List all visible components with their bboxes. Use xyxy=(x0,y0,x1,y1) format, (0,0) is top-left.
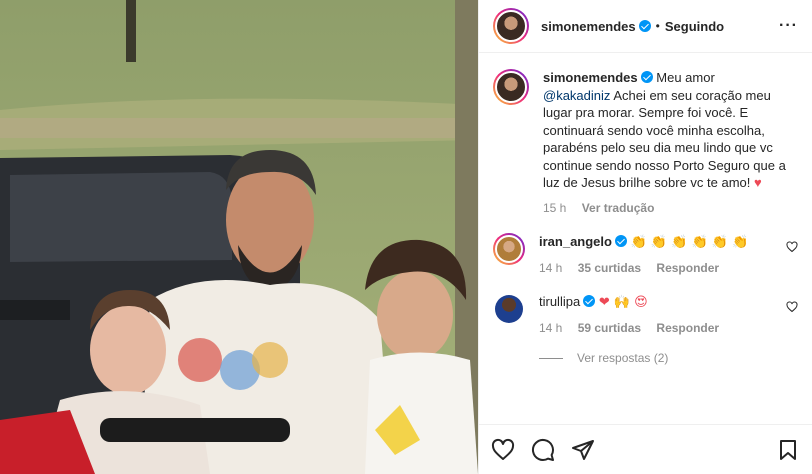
more-icon[interactable]: ··· xyxy=(779,17,798,35)
caption-avatar[interactable] xyxy=(493,69,529,105)
post-side-panel: simonemendes • Seguindo ··· simonemendes… xyxy=(478,0,812,474)
post-header: simonemendes • Seguindo ··· xyxy=(479,0,812,53)
verified-icon xyxy=(638,20,651,32)
commenter-avatar[interactable] xyxy=(493,233,525,265)
caption-pre: Meu amor xyxy=(656,70,715,85)
comment-text: 👏 👏 👏 👏 👏 👏 xyxy=(630,235,749,250)
commenter-username[interactable]: iran_angelo xyxy=(539,234,612,249)
heart-icon[interactable] xyxy=(491,438,515,462)
caption: simonemendes Meu amor @kakadiniz Achei e… xyxy=(493,69,798,217)
caption-heart-emoji: ♥ xyxy=(754,175,762,190)
post-photo[interactable] xyxy=(0,0,478,474)
comments-list: simonemendes Meu amor @kakadiniz Achei e… xyxy=(479,53,812,424)
reply-button[interactable]: Responder xyxy=(656,261,719,275)
verified-icon xyxy=(614,235,627,247)
comment-icon[interactable] xyxy=(531,438,555,462)
caption-mention[interactable]: @kakadiniz xyxy=(543,88,610,103)
verified-icon xyxy=(640,71,653,83)
replies-divider xyxy=(539,357,563,359)
verified-icon xyxy=(583,295,596,307)
comment-item: iran_angelo 👏 👏 👏 👏 👏 👏 14 h 35 curtidas… xyxy=(493,233,798,277)
caption-username[interactable]: simonemendes xyxy=(543,70,638,85)
separator-dot: • xyxy=(655,19,660,33)
author-username[interactable]: simonemendes xyxy=(541,19,636,34)
comment-time[interactable]: 14 h xyxy=(539,261,562,275)
post-actions-bar xyxy=(479,424,812,474)
reply-button[interactable]: Responder xyxy=(656,321,719,335)
save-icon[interactable] xyxy=(776,438,800,462)
like-comment-heart-icon[interactable] xyxy=(786,241,798,253)
follow-status-button[interactable]: Seguindo xyxy=(665,19,724,34)
comment-likes[interactable]: 59 curtidas xyxy=(578,321,641,335)
share-icon[interactable] xyxy=(571,438,595,462)
comment-likes[interactable]: 35 curtidas xyxy=(578,261,641,275)
like-comment-heart-icon[interactable] xyxy=(786,301,798,313)
caption-time[interactable]: 15 h xyxy=(543,201,566,215)
commenter-username[interactable]: tirullipa xyxy=(539,294,580,309)
commenter-avatar[interactable] xyxy=(493,293,525,325)
view-replies-label: Ver respostas (2) xyxy=(577,351,669,365)
photo-illustration xyxy=(0,0,478,474)
instagram-post-view: simonemendes • Seguindo ··· simonemendes… xyxy=(0,0,812,474)
comment-text: ❤ 🙌 😍 xyxy=(598,295,648,310)
comment-item: tirullipa ❤ 🙌 😍 14 h 59 curtidas Respond… xyxy=(493,293,798,337)
translate-button[interactable]: Ver tradução xyxy=(582,201,655,215)
view-replies-button[interactable]: Ver respostas (2) xyxy=(539,351,798,365)
author-avatar[interactable] xyxy=(493,8,529,44)
comment-time[interactable]: 14 h xyxy=(539,321,562,335)
